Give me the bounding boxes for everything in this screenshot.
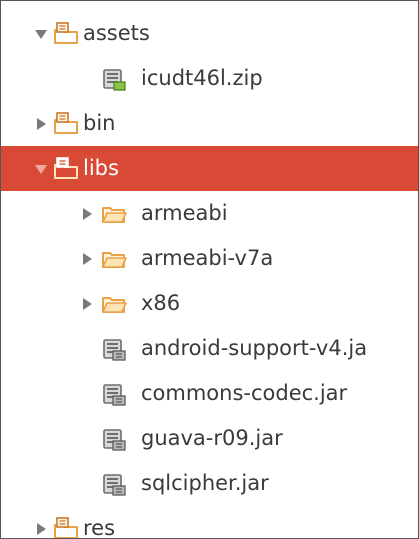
tree-row-label: res bbox=[83, 516, 116, 539]
tree-row-bin[interactable]: bin bbox=[1, 101, 418, 146]
tree-row-label: armeabi bbox=[141, 201, 228, 225]
tree-row-label: armeabi-v7a bbox=[141, 246, 274, 270]
expanded-arrow-icon[interactable] bbox=[33, 161, 49, 177]
collapsed-arrow-icon[interactable] bbox=[33, 116, 49, 132]
jar-icon bbox=[101, 381, 127, 407]
folder-icon bbox=[101, 201, 127, 227]
tree-row-label: commons-codec.jar bbox=[141, 381, 348, 405]
tree-row-x86[interactable]: x86 bbox=[1, 281, 418, 326]
collapsed-arrow-icon[interactable] bbox=[79, 206, 95, 222]
tree-row-commons-codec[interactable]: commons-codec.jar bbox=[1, 371, 418, 416]
archive-icon bbox=[101, 66, 127, 92]
folder-icon bbox=[101, 246, 127, 272]
tree-row-android-support-v4[interactable]: android-support-v4.ja bbox=[1, 326, 418, 371]
tree-row-label: x86 bbox=[141, 291, 181, 315]
package-folder-icon bbox=[53, 516, 79, 538]
collapsed-arrow-icon[interactable] bbox=[79, 296, 95, 312]
package-folder-icon bbox=[53, 111, 79, 137]
file-tree: assets icudt46l.zip bin libs armeabi arm… bbox=[1, 11, 418, 539]
tree-row-icudt46l-zip[interactable]: icudt46l.zip bbox=[1, 56, 418, 101]
collapsed-arrow-icon[interactable] bbox=[33, 521, 49, 537]
tree-row-label: libs bbox=[83, 156, 119, 180]
tree-row-label: icudt46l.zip bbox=[141, 66, 263, 90]
tree-row-label: sqlcipher.jar bbox=[141, 471, 269, 495]
tree-row-libs[interactable]: libs bbox=[1, 146, 418, 191]
tree-row-label: bin bbox=[83, 111, 116, 135]
package-folder-icon bbox=[53, 156, 79, 182]
tree-row-assets[interactable]: assets bbox=[1, 11, 418, 56]
tree-row-res[interactable]: res bbox=[1, 506, 418, 539]
tree-row-label: guava-r09.jar bbox=[141, 426, 283, 450]
tree-row-armeabi-v7a[interactable]: armeabi-v7a bbox=[1, 236, 418, 281]
jar-icon bbox=[101, 426, 127, 452]
collapsed-arrow-icon[interactable] bbox=[79, 251, 95, 267]
tree-row-label: android-support-v4.ja bbox=[141, 336, 368, 360]
tree-row-guava[interactable]: guava-r09.jar bbox=[1, 416, 418, 461]
jar-icon bbox=[101, 471, 127, 497]
tree-row-label: assets bbox=[83, 21, 150, 45]
jar-icon bbox=[101, 336, 127, 362]
package-folder-icon bbox=[53, 21, 79, 47]
package-explorer: assets icudt46l.zip bin libs armeabi arm… bbox=[0, 0, 419, 539]
folder-icon bbox=[101, 291, 127, 317]
tree-row-sqlcipher[interactable]: sqlcipher.jar bbox=[1, 461, 418, 506]
expanded-arrow-icon[interactable] bbox=[33, 26, 49, 42]
tree-row-armeabi[interactable]: armeabi bbox=[1, 191, 418, 236]
